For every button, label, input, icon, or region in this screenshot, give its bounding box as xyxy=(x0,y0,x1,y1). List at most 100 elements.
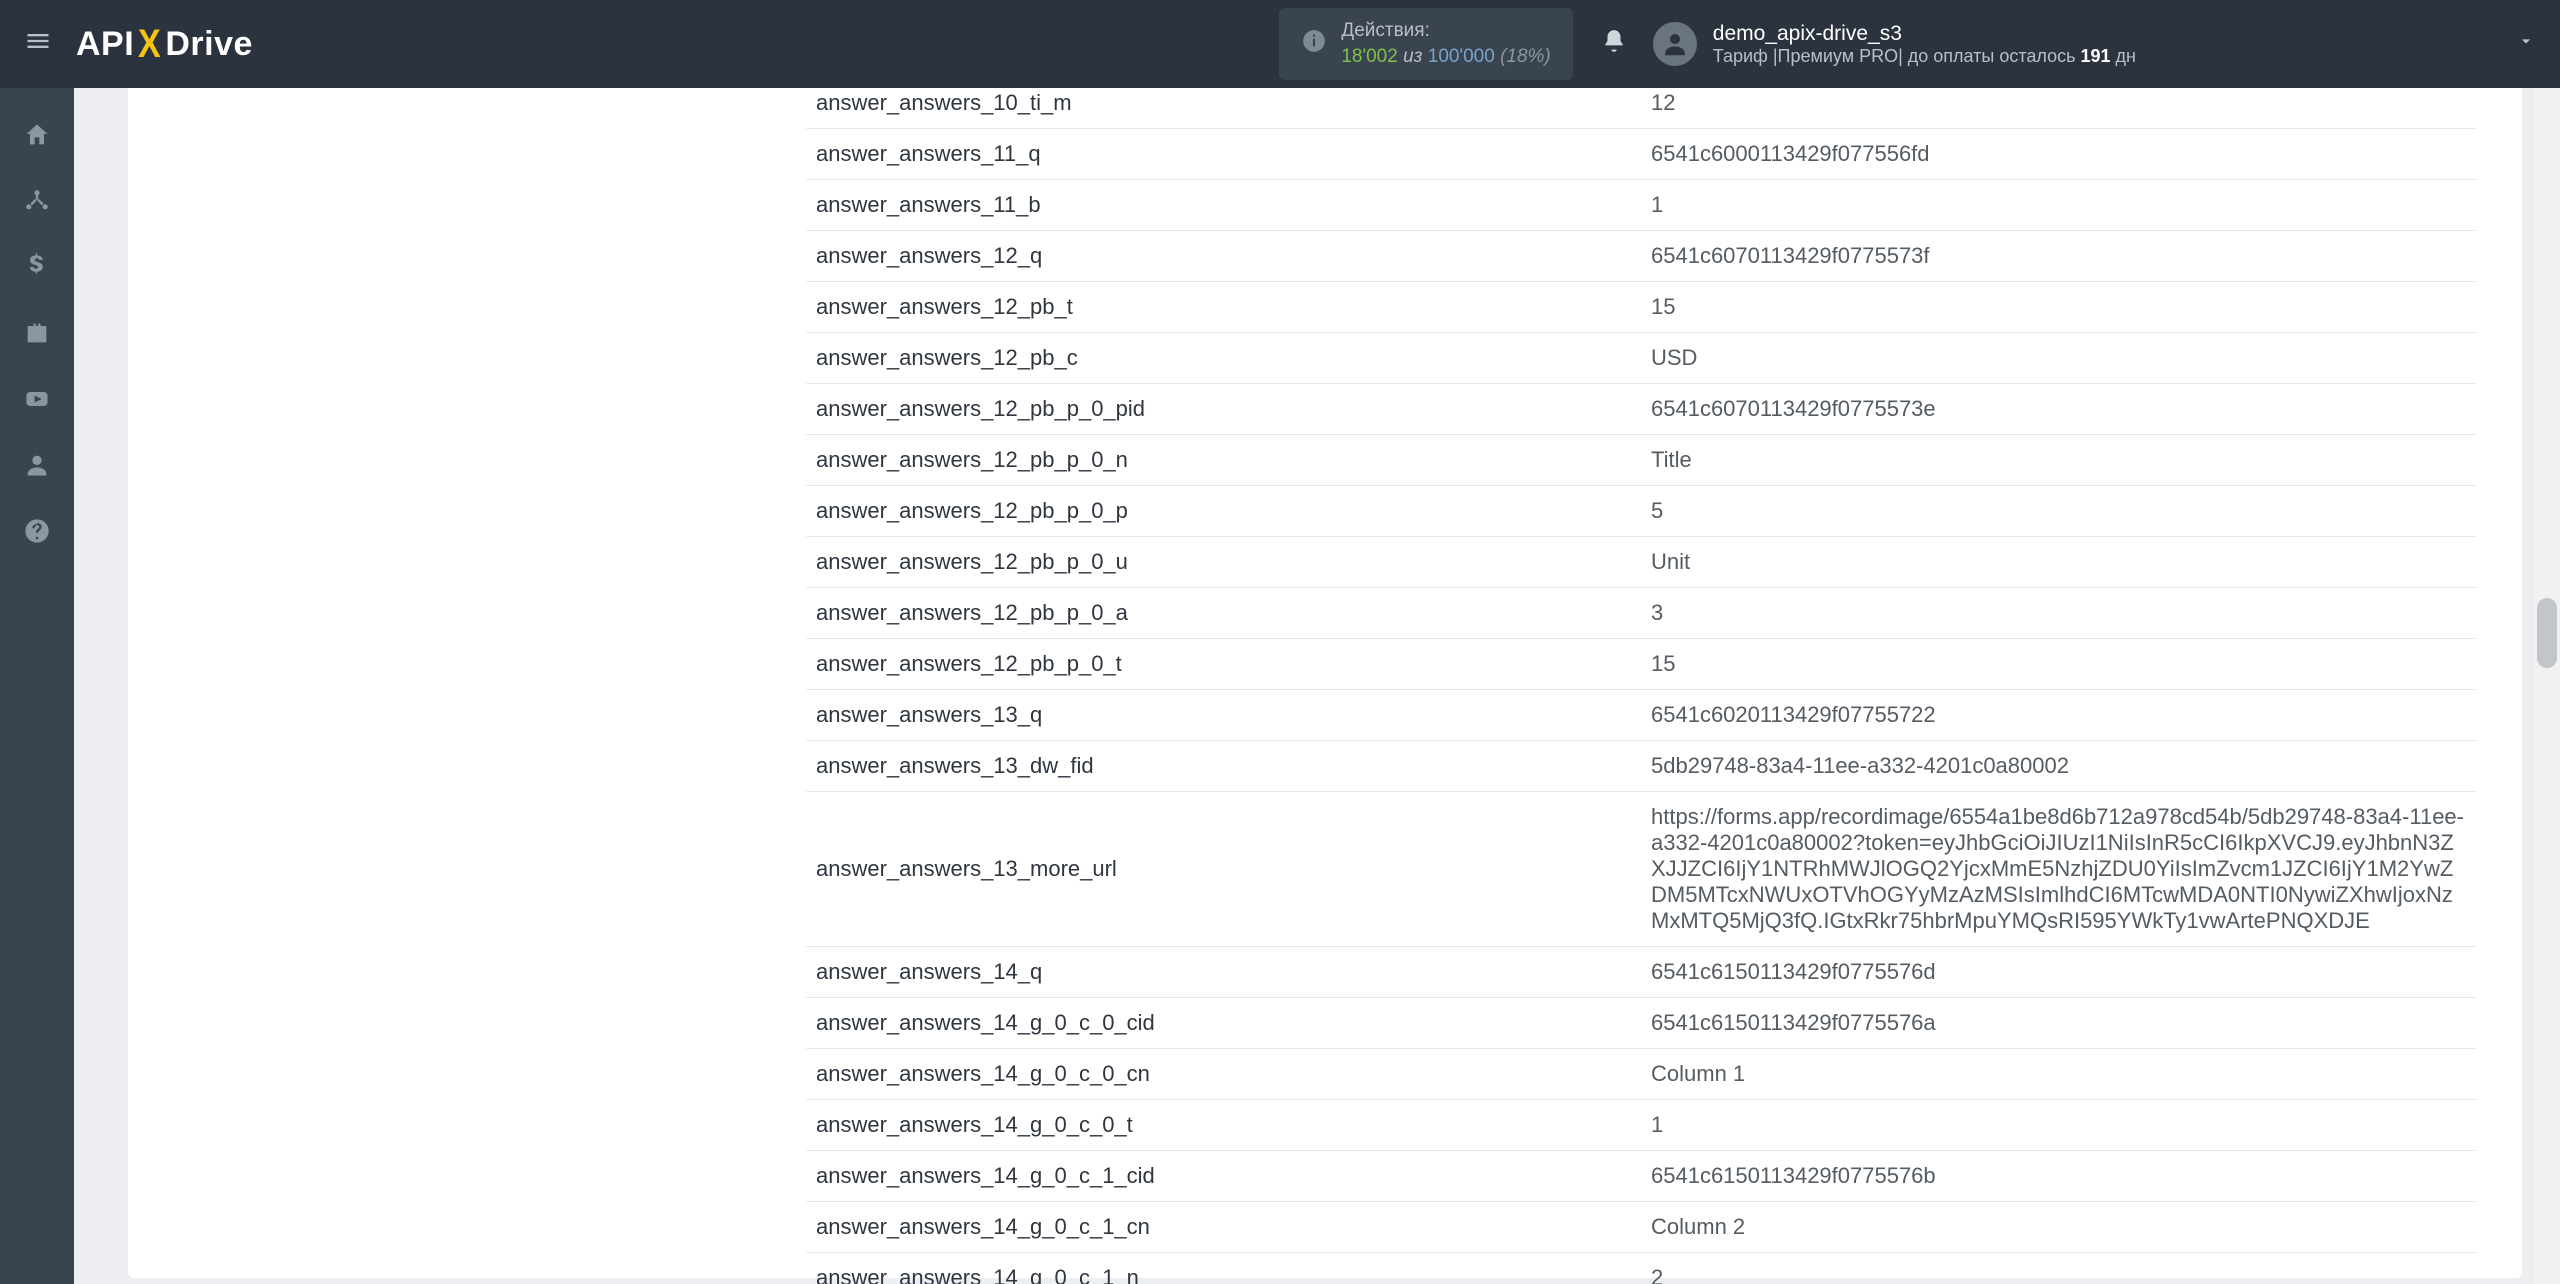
menu-toggle[interactable] xyxy=(24,27,52,62)
sidebar-video[interactable] xyxy=(0,368,74,430)
field-value: Title xyxy=(1641,435,2476,486)
table-row: answer_answers_10_ti_m12 xyxy=(806,88,2476,129)
field-key: answer_answers_12_pb_p_0_t xyxy=(806,639,1641,690)
chevron-down-icon[interactable] xyxy=(2136,31,2536,57)
actions-total: 100'000 xyxy=(1428,46,1495,67)
field-value: 5 xyxy=(1641,486,2476,537)
table-row: answer_answers_12_q6541c6070113429f07755… xyxy=(806,231,2476,282)
field-key: answer_answers_10_ti_m xyxy=(806,88,1641,129)
field-value: 6541c6020113429f07755722 xyxy=(1641,690,2476,741)
field-value: USD xyxy=(1641,333,2476,384)
plan-days-prefix: до оплаты осталось xyxy=(1903,46,2081,66)
table-row: answer_answers_11_q6541c6000113429f07755… xyxy=(806,129,2476,180)
field-key: answer_answers_13_more_url xyxy=(806,792,1641,947)
field-value: 1 xyxy=(1641,180,2476,231)
field-key: answer_answers_11_b xyxy=(806,180,1641,231)
table-row: answer_answers_11_b1 xyxy=(806,180,2476,231)
logo-api: API xyxy=(76,25,134,64)
field-value: 2 xyxy=(1641,1253,2476,1284)
table-row: answer_answers_12_pb_p_0_uUnit xyxy=(806,537,2476,588)
field-key: answer_answers_13_dw_fid xyxy=(806,741,1641,792)
field-key: answer_answers_12_pb_p_0_p xyxy=(806,486,1641,537)
field-key: answer_answers_14_g_0_c_0_cid xyxy=(806,998,1641,1049)
field-value: https://forms.app/recordimage/6554a1be8d… xyxy=(1641,792,2476,947)
field-key: answer_answers_14_g_0_c_0_cn xyxy=(806,1049,1641,1100)
table-row: answer_answers_12_pb_p_0_pid6541c6070113… xyxy=(806,384,2476,435)
table-row: answer_answers_13_q6541c6020113429f07755… xyxy=(806,690,2476,741)
field-value: 6541c6070113429f0775573f xyxy=(1641,231,2476,282)
app-header: API X Drive Действия: 18'002 из 100'000 … xyxy=(0,0,2560,88)
scrollbar-track[interactable] xyxy=(2534,88,2560,1284)
field-value: 15 xyxy=(1641,639,2476,690)
field-value: 3 xyxy=(1641,588,2476,639)
plan-days-suffix: дн xyxy=(2111,46,2136,66)
plan-days: 191 xyxy=(2081,46,2111,66)
field-value: 12 xyxy=(1641,88,2476,129)
field-key: answer_answers_14_g_0_c_0_t xyxy=(806,1100,1641,1151)
field-key: answer_answers_12_pb_p_0_pid xyxy=(806,384,1641,435)
info-icon xyxy=(1301,28,1327,61)
sidebar-help[interactable] xyxy=(0,500,74,562)
field-key: answer_answers_12_pb_p_0_u xyxy=(806,537,1641,588)
logo[interactable]: API X Drive xyxy=(76,22,253,67)
field-value: Column 1 xyxy=(1641,1049,2476,1100)
table-row: answer_answers_12_pb_p_0_a3 xyxy=(806,588,2476,639)
table-row: answer_answers_14_g_0_c_0_cnColumn 1 xyxy=(806,1049,2476,1100)
sidebar-billing[interactable] xyxy=(0,236,74,298)
field-key: answer_answers_11_q xyxy=(806,129,1641,180)
sidebar xyxy=(0,88,74,1284)
table-row: answer_answers_14_q6541c6150113429f07755… xyxy=(806,947,2476,998)
logo-drive: Drive xyxy=(165,25,253,64)
table-row: answer_answers_13_dw_fid5db29748-83a4-11… xyxy=(806,741,2476,792)
sidebar-briefcase[interactable] xyxy=(0,302,74,364)
field-value: 6541c6070113429f0775573e xyxy=(1641,384,2476,435)
field-key: answer_answers_14_g_0_c_1_cid xyxy=(806,1151,1641,1202)
data-table: answer_answers_10_ti_m12answer_answers_1… xyxy=(806,88,2476,1284)
field-value: 1 xyxy=(1641,1100,2476,1151)
field-value: Column 2 xyxy=(1641,1202,2476,1253)
avatar xyxy=(1653,22,1697,66)
actions-sep: из xyxy=(1398,46,1428,67)
user-block[interactable]: demo_apix-drive_s3 Тариф |Премиум PRO| д… xyxy=(1653,22,2136,67)
field-value: 6541c6150113429f0775576a xyxy=(1641,998,2476,1049)
actions-used: 18'002 xyxy=(1341,46,1397,67)
plan-line: Тариф |Премиум PRO| до оплаты осталось 1… xyxy=(1713,46,2136,67)
field-key: answer_answers_13_q xyxy=(806,690,1641,741)
field-value: 5db29748-83a4-11ee-a332-4201c0a80002 xyxy=(1641,741,2476,792)
field-key: answer_answers_12_pb_c xyxy=(806,333,1641,384)
logo-x: X xyxy=(138,22,161,67)
sidebar-connections[interactable] xyxy=(0,170,74,232)
notifications-bell[interactable] xyxy=(1601,28,1627,61)
field-key: answer_answers_14_g_0_c_1_cn xyxy=(806,1202,1641,1253)
content-card: answer_answers_10_ti_m12answer_answers_1… xyxy=(128,88,2522,1278)
field-key: answer_answers_14_g_0_c_1_n xyxy=(806,1253,1641,1284)
field-value: 6541c6150113429f0775576b xyxy=(1641,1151,2476,1202)
table-row: answer_answers_14_g_0_c_1_cid6541c615011… xyxy=(806,1151,2476,1202)
username: demo_apix-drive_s3 xyxy=(1713,22,2136,46)
main-area: answer_answers_10_ti_m12answer_answers_1… xyxy=(74,88,2560,1284)
field-value: 6541c6150113429f0775576d xyxy=(1641,947,2476,998)
table-row: answer_answers_14_g_0_c_0_cid6541c615011… xyxy=(806,998,2476,1049)
actions-pct: (18%) xyxy=(1495,46,1551,67)
plan-tariff: Тариф xyxy=(1713,46,1773,66)
sidebar-account[interactable] xyxy=(0,434,74,496)
actions-label: Действия: xyxy=(1341,18,1550,44)
actions-counter[interactable]: Действия: 18'002 из 100'000 (18%) xyxy=(1279,8,1572,79)
table-row: answer_answers_14_g_0_c_1_n2 xyxy=(806,1253,2476,1284)
sidebar-home[interactable] xyxy=(0,104,74,166)
user-text: demo_apix-drive_s3 Тариф |Премиум PRO| д… xyxy=(1713,22,2136,67)
table-row: answer_answers_14_g_0_c_1_cnColumn 2 xyxy=(806,1202,2476,1253)
actions-text: Действия: 18'002 из 100'000 (18%) xyxy=(1341,18,1550,69)
scrollbar-thumb[interactable] xyxy=(2537,598,2557,668)
field-value: 6541c6000113429f077556fd xyxy=(1641,129,2476,180)
table-row: answer_answers_14_g_0_c_0_t1 xyxy=(806,1100,2476,1151)
table-row: answer_answers_12_pb_p_0_nTitle xyxy=(806,435,2476,486)
plan-name: |Премиум PRO| xyxy=(1773,46,1903,66)
field-key: answer_answers_12_q xyxy=(806,231,1641,282)
table-row: answer_answers_13_more_urlhttps://forms.… xyxy=(806,792,2476,947)
field-key: answer_answers_12_pb_t xyxy=(806,282,1641,333)
field-value: Unit xyxy=(1641,537,2476,588)
field-key: answer_answers_14_q xyxy=(806,947,1641,998)
table-row: answer_answers_12_pb_p_0_t15 xyxy=(806,639,2476,690)
table-row: answer_answers_12_pb_p_0_p5 xyxy=(806,486,2476,537)
